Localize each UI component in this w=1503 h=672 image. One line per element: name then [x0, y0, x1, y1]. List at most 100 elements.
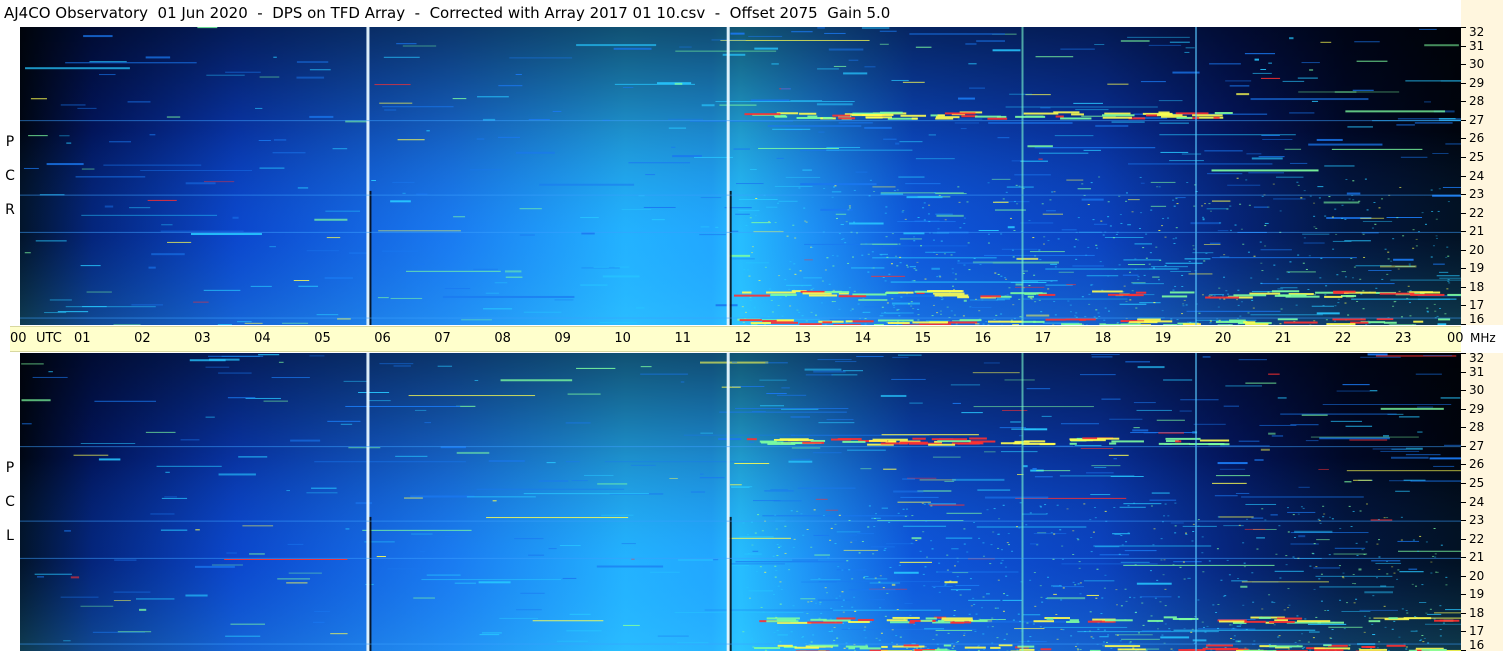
signal-speckle: [1172, 199, 1175, 201]
signal-speckle: [1006, 294, 1009, 296]
signal-speckle: [1208, 560, 1211, 562]
signal-speckle: [1053, 191, 1056, 193]
signal-speckle: [1271, 601, 1274, 603]
rfi-streak: [812, 452, 842, 454]
signal-speckle: [749, 217, 752, 219]
rfi-streak: [831, 191, 842, 193]
signal-speckle: [755, 571, 758, 573]
signal-speckle: [780, 588, 783, 590]
signal-speckle: [1419, 640, 1422, 642]
signal-speckle: [1285, 564, 1288, 566]
bright-band-segment: [1010, 650, 1020, 651]
rfi-streak: [1043, 626, 1128, 628]
signal-speckle: [764, 266, 767, 268]
signal-speckle: [1186, 182, 1189, 184]
rfi-streak: [899, 561, 932, 563]
signal-speckle: [848, 569, 851, 571]
signal-speckle: [745, 225, 748, 227]
rfi-streak: [1250, 314, 1323, 316]
y-tick-label: 29: [1469, 75, 1485, 90]
signal-speckle: [1433, 528, 1436, 530]
rfi-streak: [863, 575, 869, 577]
signal-speckle: [788, 288, 791, 290]
signal-speckle: [963, 217, 966, 219]
signal-speckle: [1287, 271, 1290, 273]
signal-speckle: [764, 649, 767, 651]
signal-speckle: [1339, 528, 1342, 530]
bright-band-segment: [1040, 648, 1052, 651]
x-tick-label: 01: [74, 331, 91, 346]
y-tick-mark: [1461, 575, 1466, 577]
signal-speckle: [974, 630, 977, 632]
signal-speckle: [1139, 596, 1142, 598]
rfi-streak: [1356, 60, 1388, 62]
rfi-streak: [925, 251, 956, 253]
rfi-streak: [1053, 593, 1057, 595]
rfi-streak: [1246, 153, 1262, 155]
rfi-streak: [1229, 85, 1250, 87]
signal-speckle: [1202, 626, 1205, 628]
signal-speckle: [1163, 559, 1166, 561]
rfi-streak: [791, 447, 821, 449]
signal-speckle: [1407, 291, 1410, 293]
rfi-streak: [1240, 585, 1248, 588]
signal-speckle: [1054, 266, 1057, 268]
bright-band-segment: [888, 440, 896, 443]
signal-speckle: [1156, 186, 1159, 188]
bright-band-segment: [988, 320, 1024, 323]
bright-band-segment: [881, 650, 913, 651]
signal-speckle: [805, 221, 808, 223]
signal-speckle: [910, 542, 913, 544]
rfi-streak: [829, 319, 864, 321]
signal-speckle: [1123, 285, 1126, 287]
signal-speckle: [1102, 645, 1105, 647]
signal-speckle: [1170, 648, 1173, 650]
rfi-streak: [790, 416, 811, 418]
rfi-streak: [1410, 480, 1461, 482]
bright-band-segment: [1213, 116, 1220, 119]
signal-speckle: [970, 605, 973, 607]
bright-band-segment: [900, 114, 927, 117]
signal-speckle: [826, 592, 829, 594]
vertical-shadow-line: [369, 190, 372, 325]
signal-speckle: [1391, 628, 1394, 630]
signal-speckle: [956, 576, 959, 578]
rfi-streak: [771, 63, 779, 65]
y-tick-mark: [1461, 557, 1466, 559]
rfi-streak: [1223, 405, 1240, 407]
signal-speckle: [748, 275, 751, 277]
rfi-streak: [1238, 359, 1267, 361]
rfi-streak: [1127, 36, 1190, 38]
signal-speckle: [899, 262, 902, 264]
signal-speckle: [832, 186, 835, 188]
rfi-streak: [345, 528, 350, 530]
rfi-streak: [1159, 122, 1189, 124]
signal-speckle: [1226, 559, 1229, 561]
signal-speckle: [869, 179, 872, 181]
signal-speckle: [917, 319, 920, 321]
signal-speckle: [996, 299, 999, 301]
rfi-streak: [780, 88, 792, 90]
signal-speckle: [953, 610, 956, 612]
rfi-streak: [571, 480, 588, 482]
signal-speckle: [878, 581, 881, 583]
signal-speckle: [963, 528, 966, 530]
bright-band-segment: [1060, 117, 1092, 120]
signal-speckle: [1351, 277, 1354, 279]
signal-speckle: [1138, 227, 1141, 229]
signal-speckle: [1446, 246, 1449, 248]
signal-speckle: [1302, 262, 1305, 264]
signal-speckle: [1415, 238, 1418, 240]
rfi-streak: [772, 128, 811, 130]
signal-speckle: [989, 563, 992, 565]
rfi-streak: [833, 65, 847, 67]
rfi-streak: [935, 629, 973, 631]
rfi-streak: [754, 47, 779, 50]
x-tick-label: 02: [134, 331, 151, 346]
rfi-streak: [1382, 435, 1389, 437]
signal-speckle: [1324, 294, 1327, 296]
signal-speckle: [1425, 612, 1428, 614]
signal-speckle: [978, 537, 981, 539]
signal-speckle: [1096, 247, 1099, 249]
bright-band-segment: [928, 443, 956, 446]
